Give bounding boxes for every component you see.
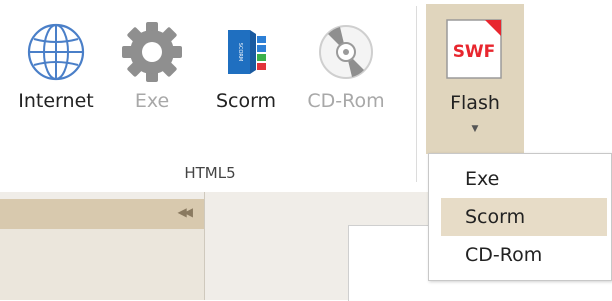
scorm-label: Scorm [215,90,277,112]
gear-icon [122,22,182,82]
cd-rom-button[interactable]: CD-Rom [294,14,398,120]
group-separator [416,6,417,182]
menu-item-scorm[interactable]: Scorm [441,198,607,236]
cd-rom-label: CD-Rom [307,90,385,112]
swf-file-icon: SWF [446,19,502,79]
collapse-pane-icon[interactable]: ◀◀ [178,205,194,219]
svg-text:SCORM: SCORM [237,43,243,61]
flash-dropdown-menu: Exe Scorm CD-Rom [428,153,612,281]
menu-item-cd-rom[interactable]: CD-Rom [441,236,607,274]
scorm-package-icon: SCORM [228,30,266,74]
dropdown-caret-icon[interactable]: ▼ [426,124,524,134]
pane-divider[interactable] [204,192,205,300]
globe-icon [27,23,85,81]
swf-icon-text: SWF [453,42,496,62]
scorm-button[interactable]: SCORM Scorm [204,14,288,120]
exe-button[interactable]: Exe [110,14,194,120]
menu-item-exe[interactable]: Exe [441,160,607,198]
side-pane-header: ◀◀ [0,199,204,229]
exe-label: Exe [134,90,170,112]
cd-rom-icon [319,25,373,79]
internet-label: Internet [18,90,94,112]
internet-button[interactable]: Internet [12,14,100,120]
ribbon-group-label: HTML5 [184,164,236,182]
flash-label: Flash [450,92,500,114]
flash-button[interactable]: SWF Flash ▼ [426,4,524,154]
side-pane [0,229,204,300]
